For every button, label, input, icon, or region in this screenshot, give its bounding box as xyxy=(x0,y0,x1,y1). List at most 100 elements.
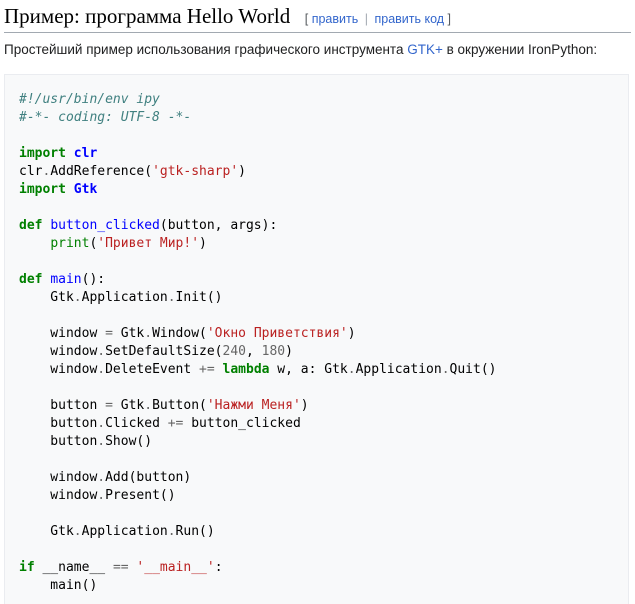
code-token: . xyxy=(167,524,176,539)
code-token: Show() xyxy=(105,434,153,449)
code-token: Window( xyxy=(152,326,207,341)
code-line: clr.AddReference('gtk-sharp') xyxy=(19,163,628,181)
edit-separator: | xyxy=(364,12,368,26)
code-token: . xyxy=(97,362,106,377)
code-token: window xyxy=(19,326,106,341)
code-token: 180 xyxy=(261,344,286,359)
intro-text-after: в окружении IronPython: xyxy=(442,42,598,57)
code-line: import Gtk xyxy=(19,181,628,199)
code-token: button_clicked xyxy=(50,218,160,233)
code-token: clr xyxy=(73,146,98,161)
code-token: (button, args): xyxy=(159,218,278,233)
code-line: window.SetDefaultSize(240, 180) xyxy=(19,343,628,361)
code-token: . xyxy=(167,290,176,305)
code-token: Application xyxy=(81,290,168,305)
code-token: 'Привет Мир!' xyxy=(97,236,200,251)
code-token: . xyxy=(144,398,153,413)
code-listing: #!/usr/bin/env ipy #-*- coding: UTF-8 -*-… xyxy=(5,75,628,595)
code-token: #!/usr/bin/env ipy xyxy=(19,92,160,107)
code-line: import clr xyxy=(19,145,628,163)
code-line: window.Present() xyxy=(19,487,628,505)
code-line: print('Привет Мир!') xyxy=(19,235,628,253)
code-line: #-*- coding: UTF-8 -*- xyxy=(19,109,628,127)
code-token: += xyxy=(199,362,215,377)
code-token: . xyxy=(144,326,153,341)
code-token: AddReference( xyxy=(50,164,153,179)
code-token: window xyxy=(19,344,98,359)
edit-bracket-open: [ xyxy=(304,12,309,26)
code-token: , xyxy=(246,344,262,359)
code-token: ) xyxy=(199,236,207,251)
edit-code-link[interactable]: править код xyxy=(374,12,444,26)
code-token: def xyxy=(19,218,43,233)
edit-section-links: [ править | править код ] xyxy=(305,12,451,26)
code-token: . xyxy=(441,362,450,377)
code-token: import xyxy=(19,146,66,161)
code-line: button.Clicked += button_clicked xyxy=(19,415,628,433)
gtk-link[interactable]: GTK+ xyxy=(407,42,443,57)
code-token: button_clicked xyxy=(183,416,301,431)
code-token: lambda xyxy=(222,362,270,377)
code-line: window = Gtk.Window('Окно Приветствия') xyxy=(19,325,628,343)
code-line: window.DeleteEvent += lambda w, a: Gtk.A… xyxy=(19,361,628,379)
code-token: main xyxy=(50,272,82,287)
code-token: __name__ xyxy=(34,560,113,575)
code-token: window xyxy=(19,488,98,503)
code-token: def xyxy=(19,272,43,287)
code-line: def main(): xyxy=(19,271,628,289)
code-token: Quit() xyxy=(449,362,497,377)
code-token: Button( xyxy=(152,398,207,413)
code-token: button xyxy=(19,434,98,449)
code-token: if xyxy=(19,560,35,575)
code-line: Gtk.Application.Run() xyxy=(19,523,628,541)
code-line: Gtk.Application.Init() xyxy=(19,289,628,307)
code-token: Present() xyxy=(105,488,176,503)
code-token: SetDefaultSize( xyxy=(105,344,223,359)
code-token: = xyxy=(105,326,113,341)
code-token: . xyxy=(97,488,106,503)
code-token: (): xyxy=(81,272,106,287)
code-token: clr xyxy=(19,164,43,179)
code-token: main() xyxy=(19,578,98,593)
code-token: . xyxy=(97,344,106,359)
code-token: . xyxy=(97,470,106,485)
code-token: Gtk xyxy=(73,182,98,197)
code-token: ) xyxy=(285,344,293,359)
code-token: . xyxy=(347,362,356,377)
code-token: . xyxy=(73,524,82,539)
code-token: button xyxy=(19,398,106,413)
code-token: . xyxy=(73,290,82,305)
code-block: #!/usr/bin/env ipy #-*- coding: UTF-8 -*-… xyxy=(4,74,629,604)
code-token: w, a: Gtk xyxy=(269,362,348,377)
code-token: Run() xyxy=(175,524,215,539)
code-token: = xyxy=(105,398,113,413)
code-token: Gtk xyxy=(112,398,145,413)
code-token: print xyxy=(50,236,90,251)
code-token: 'gtk-sharp' xyxy=(152,164,239,179)
code-token: += xyxy=(167,416,184,431)
code-token: Application xyxy=(81,524,168,539)
edit-bracket-close: ] xyxy=(447,12,452,26)
code-token: DeleteEvent xyxy=(105,362,200,377)
code-token: . xyxy=(97,434,106,449)
code-token: Gtk xyxy=(19,290,74,305)
code-line: def button_clicked(button, args): xyxy=(19,217,628,235)
code-token: 'Окно Приветствия' xyxy=(206,326,348,341)
code-line: button.Show() xyxy=(19,433,628,451)
edit-link[interactable]: править xyxy=(312,12,359,26)
code-line: main() xyxy=(19,577,628,595)
intro-paragraph: Простейший пример использования графичес… xyxy=(4,40,597,60)
code-token: '__main__' xyxy=(136,560,215,575)
code-token: 240 xyxy=(222,344,246,359)
code-token: Gtk xyxy=(112,326,145,341)
section-title: Пример: программа Hello World xyxy=(4,4,291,28)
